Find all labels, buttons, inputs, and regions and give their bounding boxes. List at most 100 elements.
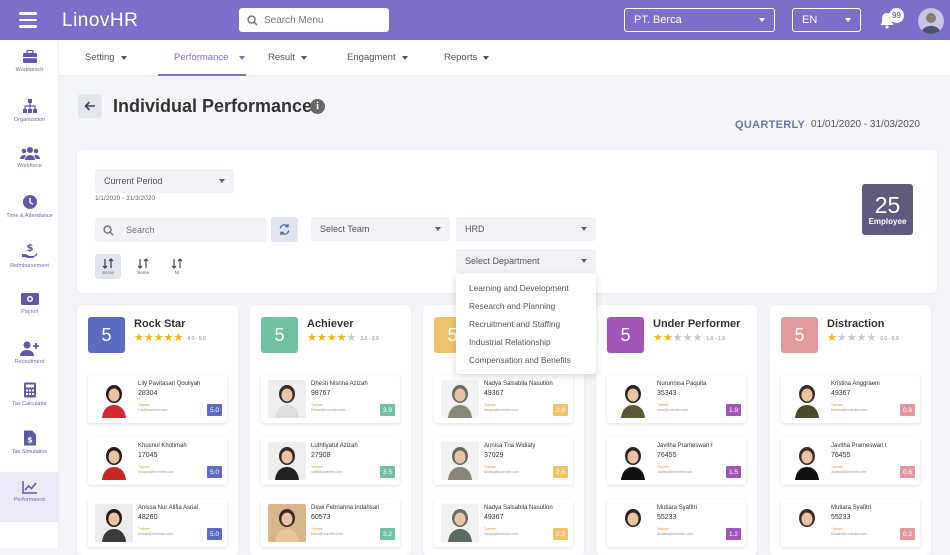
- org-chart-icon: [22, 99, 37, 113]
- top-bar: LinovHR PT. Berca EN 99: [0, 0, 950, 40]
- employee-photo: [441, 442, 479, 480]
- svg-text:$: $: [27, 436, 33, 445]
- employee-role: Trainee: [484, 527, 496, 531]
- employee-id: 35343: [657, 390, 677, 397]
- division-select[interactable]: HRD: [456, 217, 596, 241]
- tab-result[interactable]: Result: [268, 52, 307, 63]
- employee-email: Annisa@lovemier.com: [484, 470, 519, 474]
- tab-setting[interactable]: Setting: [85, 52, 127, 63]
- tab-label: Performance: [174, 52, 229, 63]
- employee-card[interactable]: Mutiara Syafitri 55233 Trainee Mutiara@l…: [607, 499, 746, 547]
- employee-search-input[interactable]: [126, 225, 246, 235]
- score-range: 4.0 - 5.0: [187, 335, 206, 342]
- tab-label: Setting: [85, 52, 115, 63]
- sidebar-item-time-attendance[interactable]: Time & Attendance: [0, 186, 59, 232]
- employee-card[interactable]: Lily Pavitasari Qouliyah 28304 Trainee L…: [88, 375, 227, 423]
- employee-card[interactable]: Dhesti Nisrina Azizah 98767 Trainee Dhes…: [261, 375, 400, 423]
- department-option[interactable]: Industrial Relationship: [456, 333, 596, 351]
- chevron-down-icon: [845, 18, 851, 22]
- employee-card[interactable]: Javitha Prameswari I 76455 Trainee Javit…: [607, 437, 746, 485]
- sort-by-ni-button[interactable]: NI: [164, 254, 190, 279]
- chevron-down-icon: [435, 227, 441, 231]
- employee-card[interactable]: Nurunnisa Paquita 35343 Trainee nuru@lov…: [607, 375, 746, 423]
- employee-name: Javitha Prameswari I: [831, 443, 887, 449]
- employee-card[interactable]: Mutiara Syafitri 55233 Trainee Mutiara@l…: [781, 499, 920, 547]
- sidebar-item-performance[interactable]: Performance: [0, 472, 59, 522]
- employee-score: 5.0: [207, 466, 222, 478]
- period-range: 01/01/2020 - 31/03/2020: [811, 119, 920, 130]
- sidebar-item-workforce[interactable]: Workforce: [0, 138, 59, 184]
- sort-label: NI: [174, 270, 180, 275]
- refresh-button[interactable]: [271, 217, 298, 242]
- tab-engagment[interactable]: Engagment: [347, 52, 408, 63]
- user-avatar[interactable]: [918, 8, 944, 34]
- hamburger-menu-icon[interactable]: [19, 12, 37, 28]
- employee-photo: [268, 380, 306, 418]
- employee-score: 1.5: [726, 466, 741, 478]
- sidebar-item-organization[interactable]: Organization: [0, 90, 59, 136]
- employee-name: Dhesti Nisrina Azizah: [311, 381, 368, 387]
- tab-label: Reports: [444, 52, 478, 63]
- employee-role: Trainee: [138, 465, 150, 469]
- employee-photo: [268, 504, 306, 542]
- sort-by-score-button[interactable]: Score: [95, 254, 121, 279]
- active-tab-indicator: [158, 74, 246, 76]
- sidebar-item-payroll[interactable]: Payroll: [0, 284, 59, 330]
- employee-search[interactable]: [95, 218, 267, 242]
- division-select-value: HRD: [465, 224, 485, 234]
- employee-role: Trainee: [484, 403, 496, 407]
- period-select-value: Current Period: [104, 176, 163, 186]
- sidebar-item-recruitment[interactable]: Recruitment: [0, 332, 59, 378]
- employee-card[interactable]: Javitha Prameswari I 76455 Trainee Javit…: [781, 437, 920, 485]
- language-select[interactable]: EN: [792, 8, 861, 32]
- employee-card[interactable]: Luthfiyatul Azizah 27908 Trainee luthfi@…: [261, 437, 400, 485]
- employee-id: 55233: [657, 514, 677, 521]
- tab-performance[interactable]: Performance: [174, 52, 246, 63]
- department-option[interactable]: Compensation and Benefits: [456, 351, 596, 369]
- employee-id: 55233: [831, 514, 851, 521]
- tab-reports[interactable]: Reports: [444, 52, 490, 63]
- employee-score: 0.6: [900, 466, 915, 478]
- employee-name: Nurunnisa Paquita: [657, 381, 707, 387]
- department-option[interactable]: Recruitment and Staffing: [456, 315, 596, 333]
- employee-id: 28304: [138, 390, 158, 397]
- department-option[interactable]: Research and Planning: [456, 297, 596, 315]
- employee-card[interactable]: Dewi Febrianna Indahsari 60573 Trainee D…: [261, 499, 400, 547]
- employee-role: Trainee: [138, 403, 150, 407]
- back-button[interactable]: [78, 94, 102, 118]
- add-user-icon: [19, 341, 39, 356]
- sidebar-item-tax-calculator[interactable]: Tax Calculator: [0, 374, 59, 420]
- sort-by-name-button[interactable]: Name: [130, 254, 156, 279]
- sidebar-item-reimbursement[interactable]: $ Reimbursement: [0, 234, 59, 280]
- employee-card[interactable]: Kristina Anggraeni 49367 Trainee Kristin…: [781, 375, 920, 423]
- sidebar-item-tax-simulation[interactable]: $ Tax Simulation: [0, 422, 59, 468]
- sidebar-item-label: Performance: [13, 497, 46, 503]
- employee-count: 25: [874, 192, 901, 218]
- category-count-badge: 5: [781, 317, 818, 353]
- department-select[interactable]: Select Department: [456, 249, 596, 273]
- period-select[interactable]: Current Period: [95, 169, 234, 193]
- employee-name: Javitha Prameswari I: [657, 443, 713, 449]
- info-icon[interactable]: i: [310, 99, 325, 114]
- sidebar-item-label: Reimbursement: [10, 263, 49, 269]
- team-select[interactable]: Select Team: [311, 217, 450, 241]
- employee-card[interactable]: Annisa Tria Widiaty 37029 Trainee Annisa…: [434, 437, 573, 485]
- employee-email: Nadya@lovemier.com: [484, 532, 519, 536]
- employee-id: 17045: [138, 452, 158, 459]
- employee-role: Trainee: [311, 465, 323, 469]
- employee-card[interactable]: Nadya Salsabila Nasution 49367 Trainee N…: [434, 375, 573, 423]
- star-icon: ★: [866, 332, 877, 344]
- banknote-icon: [20, 293, 39, 305]
- company-select[interactable]: PT. Berca: [624, 8, 775, 32]
- chevron-down-icon: [239, 55, 246, 60]
- menu-search[interactable]: [239, 8, 389, 32]
- department-option[interactable]: Learning and Development: [456, 279, 596, 297]
- employee-card[interactable]: Nadya Salsabila Nasution 49367 Trainee N…: [434, 499, 573, 547]
- menu-search-input[interactable]: [264, 14, 374, 26]
- sidebar-item-label: Tax Calculator: [12, 401, 47, 407]
- calculator-icon: [23, 382, 36, 398]
- sidebar-item-workbench[interactable]: Workbench: [0, 42, 59, 88]
- employee-card[interactable]: Khusnul Khotimah 17045 Trainee khusnul@l…: [88, 437, 227, 485]
- employee-card[interactable]: Anissa Nur Alifia Asrial 48260 Trainee A…: [88, 499, 227, 547]
- employee-role: Trainee: [657, 527, 669, 531]
